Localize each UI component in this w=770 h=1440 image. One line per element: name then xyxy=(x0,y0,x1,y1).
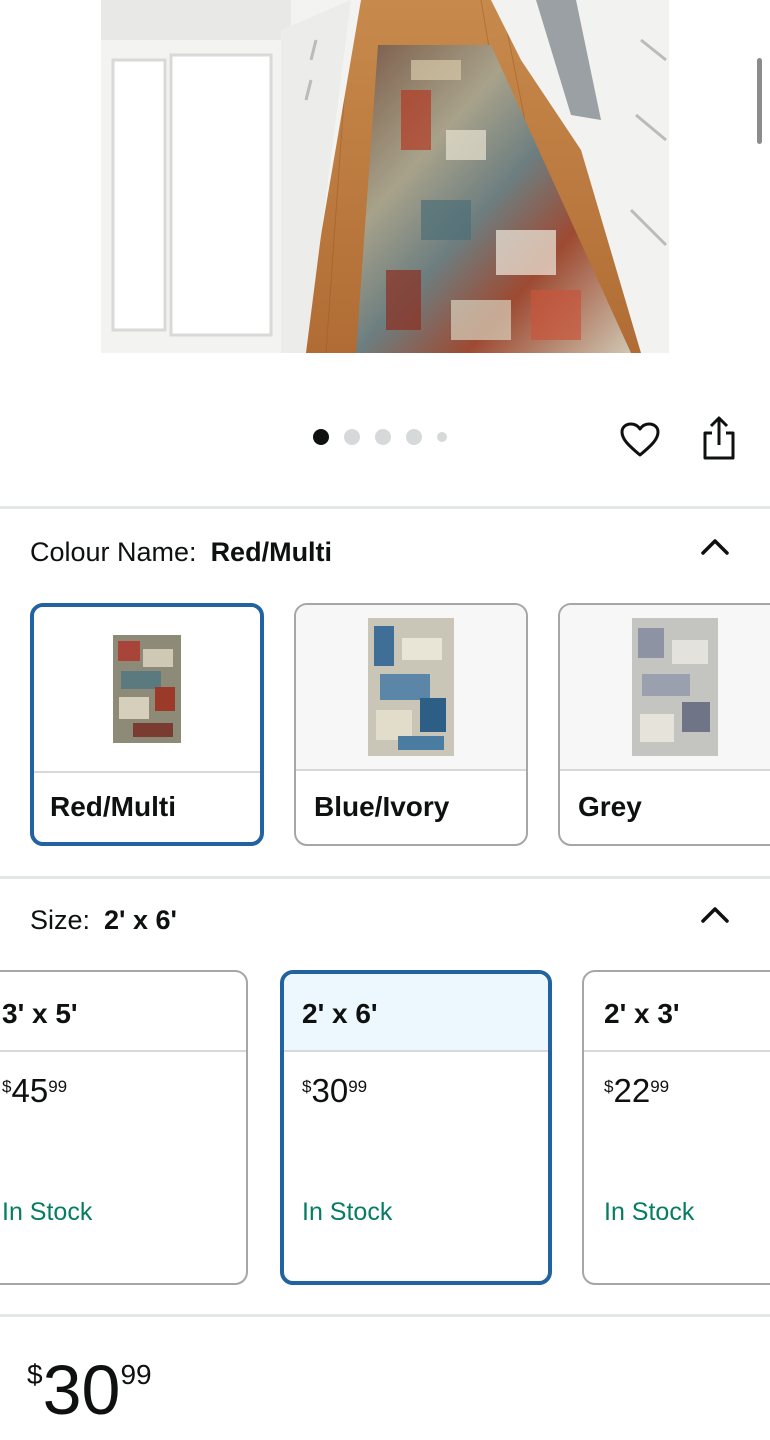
section-divider xyxy=(0,1314,770,1317)
selected-size: 2' x 6' xyxy=(104,905,177,935)
stock-status: In Stock xyxy=(604,1198,695,1226)
size-selector-label: Size: 2' x 6' xyxy=(30,905,177,936)
swatch-thumbnail xyxy=(34,607,260,773)
size-option-label: 2' x 6' xyxy=(302,998,378,1029)
share-button[interactable] xyxy=(697,413,741,463)
selected-colour: Red/Multi xyxy=(210,537,333,567)
product-photo xyxy=(101,0,669,353)
colour-option-red-multi[interactable]: Red/Multi xyxy=(30,603,264,846)
colour-option-grey[interactable]: Grey xyxy=(558,603,770,846)
colour-selector-label: Colour Name: Red/Multi xyxy=(30,537,332,568)
rug-thumbnail xyxy=(632,618,718,756)
size-label: Size: xyxy=(30,905,91,935)
rug-thumbnail xyxy=(368,618,454,756)
stock-status: In Stock xyxy=(2,1198,93,1226)
section-divider xyxy=(0,506,770,509)
product-image[interactable] xyxy=(101,0,669,353)
size-option-price: $2299 xyxy=(604,1074,669,1107)
carousel-dot[interactable] xyxy=(406,429,422,445)
currency-symbol: $ xyxy=(2,1077,12,1096)
product-price: $3099 xyxy=(27,1355,152,1425)
colour-label: Colour Name: xyxy=(30,537,197,567)
price-fraction: 99 xyxy=(120,1359,152,1390)
price-fraction: 99 xyxy=(650,1077,670,1096)
price-fraction: 99 xyxy=(48,1077,68,1096)
currency-symbol: $ xyxy=(302,1077,312,1096)
price-whole: 22 xyxy=(613,1072,651,1109)
colour-collapse-button[interactable] xyxy=(697,533,733,559)
section-divider xyxy=(0,876,770,879)
heart-icon xyxy=(620,422,660,457)
favorite-button[interactable] xyxy=(618,418,662,462)
swatch-label: Red/Multi xyxy=(50,791,176,822)
price-fraction: 99 xyxy=(348,1077,368,1096)
swatch-thumbnail xyxy=(560,605,770,771)
price-whole: 30 xyxy=(42,1351,121,1429)
image-carousel-dots[interactable] xyxy=(313,428,447,446)
rug-thumbnail xyxy=(113,635,181,743)
carousel-dot[interactable] xyxy=(437,432,447,442)
currency-symbol: $ xyxy=(27,1359,43,1390)
scrollbar[interactable] xyxy=(757,58,762,144)
stock-status: In Stock xyxy=(302,1198,393,1226)
swatch-label: Blue/Ivory xyxy=(314,791,450,822)
colour-option-blue-ivory[interactable]: Blue/Ivory xyxy=(294,603,528,846)
size-option-3x5[interactable]: 3' x 5' $4599 In Stock xyxy=(0,970,248,1285)
size-option-price: $3099 xyxy=(302,1074,367,1107)
swatch-thumbnail xyxy=(296,605,526,771)
currency-symbol: $ xyxy=(604,1077,614,1096)
chevron-up-icon xyxy=(701,907,729,923)
price-whole: 45 xyxy=(11,1072,49,1109)
share-icon xyxy=(703,416,735,460)
size-option-label: 3' x 5' xyxy=(2,998,78,1029)
size-option-label: 2' x 3' xyxy=(604,998,680,1029)
swatch-label: Grey xyxy=(578,791,642,822)
size-collapse-button[interactable] xyxy=(697,901,733,927)
size-option-2x3[interactable]: 2' x 3' $2299 In Stock xyxy=(582,970,770,1285)
chevron-up-icon xyxy=(701,539,729,555)
carousel-dot[interactable] xyxy=(344,429,360,445)
carousel-dot[interactable] xyxy=(313,429,329,445)
size-option-2x6[interactable]: 2' x 6' $3099 In Stock xyxy=(280,970,552,1285)
carousel-dot[interactable] xyxy=(375,429,391,445)
size-option-price: $4599 xyxy=(2,1074,67,1107)
price-whole: 30 xyxy=(311,1072,349,1109)
